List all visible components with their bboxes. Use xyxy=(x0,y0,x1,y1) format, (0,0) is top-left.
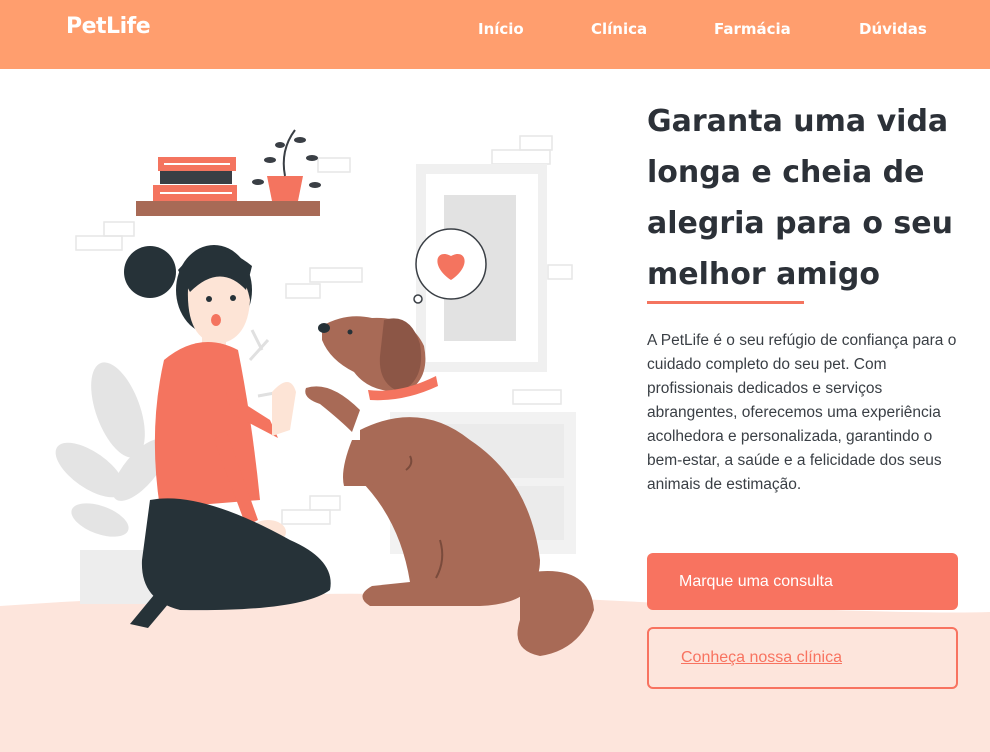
meet-clinic-button[interactable]: Conheça nossa clínica xyxy=(647,627,958,689)
nav-link-clinica[interactable]: Clínica xyxy=(591,20,647,38)
woman-figure xyxy=(124,245,331,628)
hero-headline: Garanta uma vida longa e cheia de alegri… xyxy=(647,104,953,292)
nav-link-inicio[interactable]: Início xyxy=(478,20,524,38)
brand-logo[interactable]: PetLife xyxy=(66,14,151,39)
headline-underline xyxy=(647,301,804,304)
hero-illustration xyxy=(55,129,594,656)
nav-link-duvidas[interactable]: Dúvidas xyxy=(859,20,927,38)
book-appointment-button[interactable]: Marque uma consulta xyxy=(647,553,958,610)
hero-description: A PetLife é o seu refúgio de confiança p… xyxy=(647,332,957,493)
potted-plant xyxy=(252,129,321,201)
nav-link-farmacia[interactable]: Farmácia xyxy=(714,20,791,38)
top-navigation-bar: PetLife Início Clínica Farmácia Dúvidas xyxy=(0,0,990,69)
